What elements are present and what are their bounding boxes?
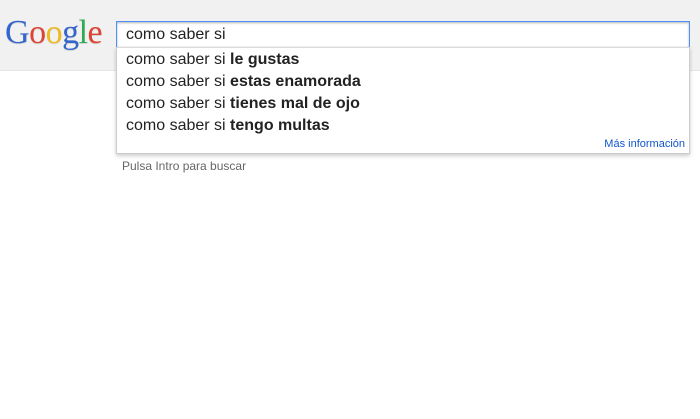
suggestion-item[interactable]: como saber si estas enamorada (117, 71, 689, 93)
autocomplete-dropdown: como saber si le gustas como saber si es… (116, 47, 690, 154)
suggestion-completion: le gustas (230, 51, 300, 68)
suggestion-completion: tienes mal de ojo (230, 95, 360, 112)
logo-letter: l (78, 14, 88, 51)
logo-letter: g (62, 14, 79, 51)
logo-letter: G (5, 14, 30, 51)
suggestion-prefix: como saber si (126, 51, 231, 68)
suggestion-prefix: como saber si (126, 95, 231, 112)
suggestion-item[interactable]: como saber si tienes mal de ojo (117, 93, 689, 115)
suggestion-prefix: como saber si (126, 117, 231, 134)
suggestion-prefix: como saber si (126, 73, 231, 90)
enter-to-search-hint: Pulsa Intro para buscar (122, 159, 247, 173)
search-input[interactable] (117, 22, 689, 47)
logo-letter: o (29, 14, 46, 51)
suggestion-item[interactable]: como saber si tengo multas (117, 115, 689, 137)
search-page: Google como saber si le gustas como sabe… (0, 0, 700, 419)
suggestion-completion: tengo multas (230, 117, 330, 134)
search-box (116, 21, 690, 48)
suggestion-completion: estas enamorada (230, 73, 361, 90)
google-logo[interactable]: Google (5, 13, 103, 53)
more-info-link[interactable]: Más información (604, 137, 685, 151)
suggestion-item[interactable]: como saber si le gustas (117, 49, 689, 71)
logo-letter: o (45, 14, 63, 51)
logo-letter: e (87, 14, 103, 51)
